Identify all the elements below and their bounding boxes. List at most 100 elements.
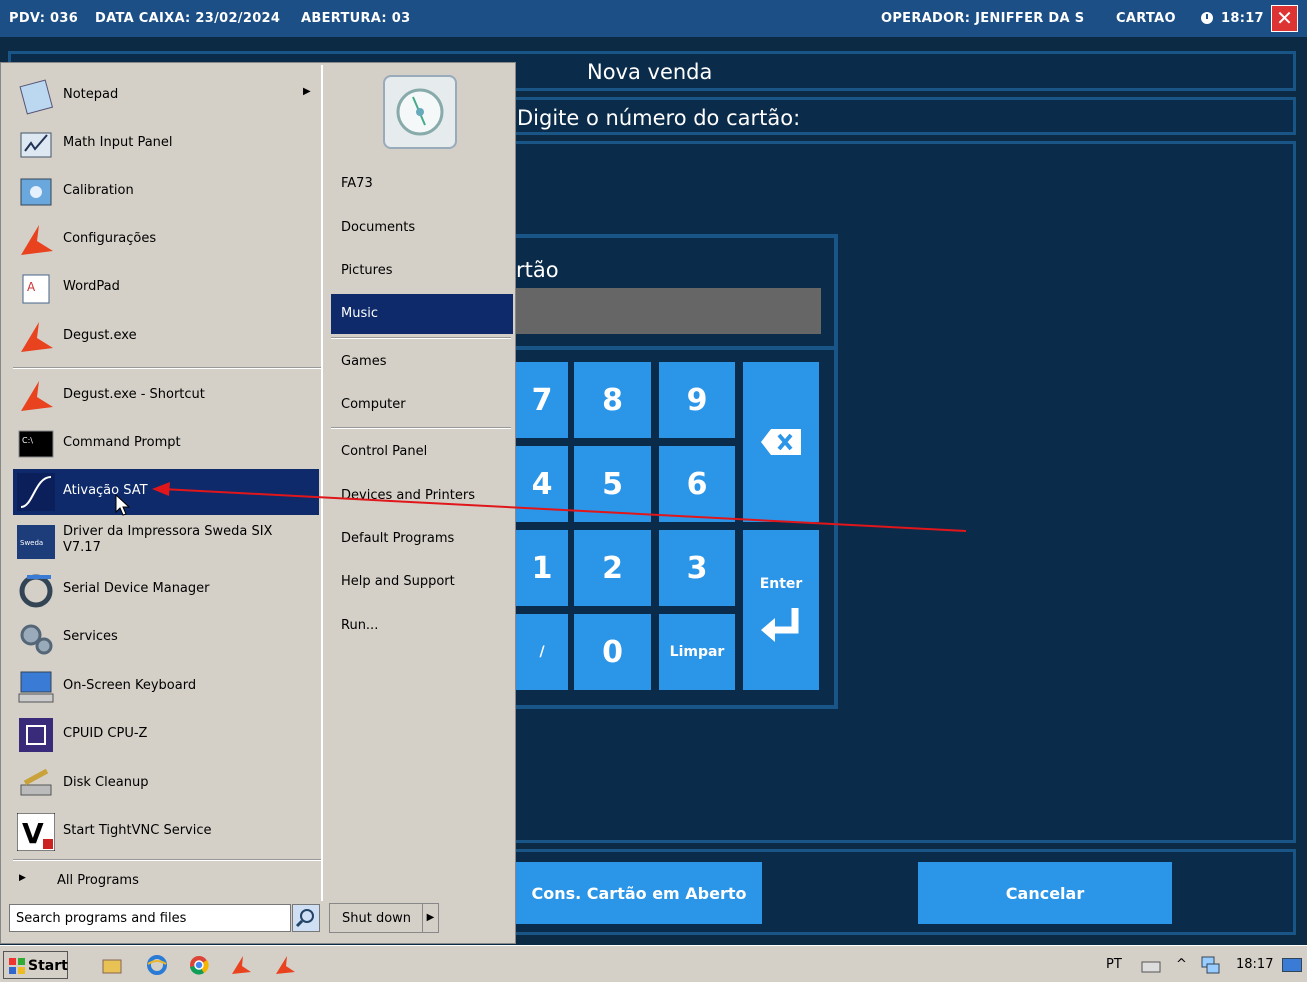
sat-icon bbox=[17, 473, 55, 511]
menu-divider bbox=[13, 859, 321, 861]
clock-time[interactable]: 18:17 bbox=[1236, 957, 1273, 972]
all-programs-item[interactable]: ▶ All Programs bbox=[13, 865, 319, 895]
key-0[interactable]: 0 bbox=[574, 614, 651, 690]
internet-explorer-icon[interactable] bbox=[146, 954, 168, 976]
shutdown-options-button[interactable]: ▶ bbox=[422, 903, 439, 933]
notepad-icon bbox=[19, 79, 54, 115]
keypad-dialog: rtão 7 8 9 4 5 6 1 2 3 Enter / 0 Limpar bbox=[500, 234, 838, 709]
svg-text:Sweda: Sweda bbox=[20, 539, 43, 547]
key-slash[interactable]: / bbox=[516, 614, 568, 690]
menu-divider bbox=[13, 367, 321, 369]
places-item-run[interactable]: Run... bbox=[331, 606, 513, 646]
enter-label: Enter bbox=[759, 576, 803, 592]
menu-item-calibration[interactable]: Calibration bbox=[13, 169, 319, 215]
clear-key[interactable]: Limpar bbox=[659, 614, 735, 690]
show-hidden-icons[interactable]: ^ bbox=[1176, 957, 1187, 972]
services-icon bbox=[20, 624, 53, 655]
user-picture-icon bbox=[396, 88, 444, 136]
places-item-documents[interactable]: Documents bbox=[331, 208, 513, 248]
menu-item-degust-shortcut[interactable]: Degust.exe - Shortcut bbox=[13, 373, 319, 419]
key-6[interactable]: 6 bbox=[659, 446, 735, 522]
calibration-icon bbox=[20, 178, 52, 206]
start-menu-places: FA73 Documents Pictures Music Games Comp… bbox=[327, 65, 513, 901]
menu-item-math-input[interactable]: Math Input Panel bbox=[13, 121, 319, 167]
enter-key[interactable]: Enter bbox=[743, 530, 819, 690]
operator-name: OPERADOR: JENIFFER DA S bbox=[881, 11, 1085, 26]
places-item-devices-printers[interactable]: Devices and Printers bbox=[331, 476, 513, 516]
language-indicator[interactable]: PT bbox=[1106, 957, 1122, 972]
opening-number: ABERTURA: 03 bbox=[301, 11, 411, 26]
keyboard-icon bbox=[18, 671, 54, 703]
close-icon[interactable]: ✕ bbox=[1271, 5, 1298, 32]
enter-icon bbox=[761, 608, 799, 642]
places-item-default-programs[interactable]: Default Programs bbox=[331, 519, 513, 559]
pdv-number: PDV: 036 bbox=[9, 11, 79, 26]
menu-item-tightvnc[interactable]: V Start TightVNC Service bbox=[13, 809, 319, 855]
search-icon bbox=[295, 909, 314, 928]
mouse-cursor-icon bbox=[115, 494, 131, 516]
key-5[interactable]: 5 bbox=[574, 446, 651, 522]
windows-logo-icon bbox=[9, 958, 25, 974]
places-item-control-panel[interactable]: Control Panel bbox=[331, 432, 513, 472]
degust-taskbar-icon-2[interactable] bbox=[274, 954, 296, 976]
key-7[interactable]: 7 bbox=[516, 362, 568, 438]
open-card-button[interactable]: Cons. Cartão em Aberto bbox=[516, 862, 762, 924]
key-1[interactable]: 1 bbox=[516, 530, 568, 606]
shutdown-button[interactable]: Shut down bbox=[329, 903, 423, 933]
keyboard-tray-icon[interactable] bbox=[1140, 954, 1162, 976]
places-item-games[interactable]: Games bbox=[331, 342, 513, 382]
menu-item-disk-cleanup[interactable]: Disk Cleanup bbox=[13, 761, 319, 807]
menu-item-degust[interactable]: Degust.exe bbox=[13, 314, 319, 360]
show-desktop-button[interactable] bbox=[1282, 958, 1302, 972]
search-button[interactable] bbox=[292, 904, 320, 932]
places-item-music[interactable]: Music bbox=[331, 294, 513, 334]
start-button[interactable]: Start bbox=[3, 951, 68, 979]
menu-item-services[interactable]: Services bbox=[13, 615, 319, 661]
key-8[interactable]: 8 bbox=[574, 362, 651, 438]
search-input[interactable]: Search programs and files bbox=[9, 904, 291, 932]
vnc-icon: V bbox=[17, 813, 55, 851]
degust-icon bbox=[21, 322, 53, 352]
backspace-icon bbox=[761, 429, 801, 455]
chrome-icon[interactable] bbox=[188, 954, 210, 976]
backspace-key[interactable] bbox=[743, 362, 819, 522]
key-9[interactable]: 9 bbox=[659, 362, 735, 438]
cancel-button[interactable]: Cancelar bbox=[918, 862, 1172, 924]
menu-item-ativacao-sat[interactable]: Ativação SAT bbox=[13, 469, 319, 515]
menu-item-serial-device[interactable]: Serial Device Manager bbox=[13, 567, 319, 613]
svg-text:V: V bbox=[22, 817, 44, 850]
serial-icon bbox=[19, 574, 53, 608]
user-picture[interactable] bbox=[383, 75, 457, 149]
submenu-arrow-icon: ▶ bbox=[303, 86, 311, 97]
header-time: 18:17 bbox=[1221, 11, 1264, 26]
svg-text:A: A bbox=[27, 280, 36, 294]
math-input-icon bbox=[20, 132, 52, 158]
expand-arrow-icon: ▶ bbox=[19, 873, 26, 883]
clock-icon bbox=[1201, 12, 1213, 24]
taskbar: Start PT ^ 18:17 bbox=[0, 945, 1307, 982]
keypad-label: rtão bbox=[516, 258, 559, 282]
menu-item-notepad[interactable]: Notepad ▶ bbox=[13, 73, 319, 119]
key-3[interactable]: 3 bbox=[659, 530, 735, 606]
start-menu: Notepad ▶ Math Input Panel Calibration C… bbox=[0, 62, 516, 944]
menu-item-on-screen-keyboard[interactable]: On-Screen Keyboard bbox=[13, 664, 319, 710]
card-number-input[interactable] bbox=[516, 288, 821, 334]
network-icon[interactable] bbox=[1199, 954, 1221, 976]
places-item-help-support[interactable]: Help and Support bbox=[331, 562, 513, 602]
places-item-pictures[interactable]: Pictures bbox=[331, 251, 513, 291]
key-2[interactable]: 2 bbox=[574, 530, 651, 606]
menu-item-sweda-driver[interactable]: Sweda Driver da Impressora Sweda SIX V7.… bbox=[13, 519, 319, 565]
degust-icon bbox=[21, 381, 53, 411]
degust-icon bbox=[21, 225, 53, 255]
svg-text:C:\: C:\ bbox=[22, 436, 33, 445]
places-item-fa73[interactable]: FA73 bbox=[331, 164, 513, 204]
cash-date: DATA CAIXA: 23/02/2024 bbox=[95, 11, 281, 26]
explorer-icon[interactable] bbox=[101, 954, 123, 976]
key-4[interactable]: 4 bbox=[516, 446, 568, 522]
menu-item-wordpad[interactable]: A WordPad bbox=[13, 265, 319, 311]
degust-taskbar-icon[interactable] bbox=[230, 954, 252, 976]
places-item-computer[interactable]: Computer bbox=[331, 385, 513, 425]
menu-item-cpuz[interactable]: CPUID CPU-Z bbox=[13, 712, 319, 758]
menu-item-command-prompt[interactable]: C:\ Command Prompt bbox=[13, 421, 319, 467]
menu-item-configuracoes[interactable]: Configurações bbox=[13, 217, 319, 263]
